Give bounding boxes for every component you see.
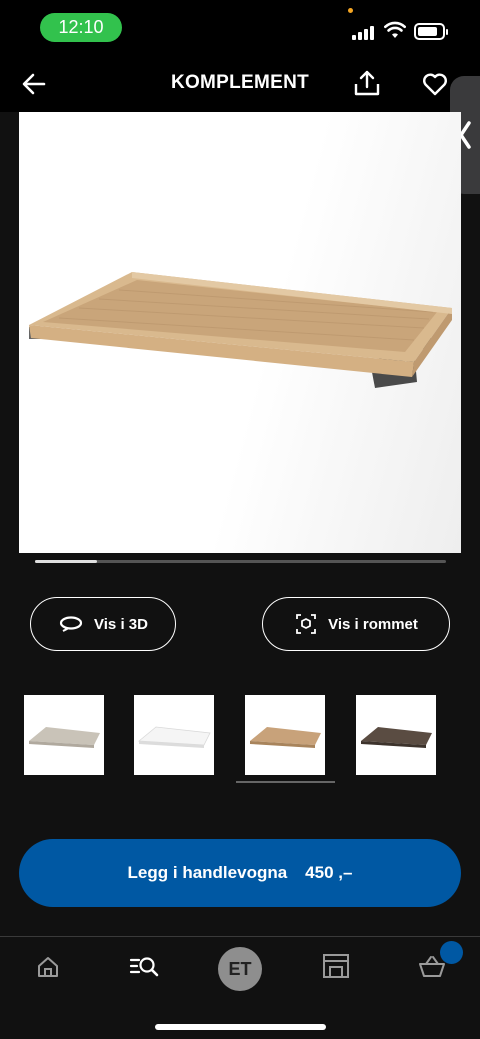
add-to-cart-label: Legg i handlevogna [127,863,288,882]
thumbnail-variant-oak[interactable] [245,695,325,775]
status-time: 12:10 [40,13,122,42]
bottom-navigation: ET [0,936,480,1039]
product-image[interactable] [19,112,461,553]
cellular-signal-icon [352,24,374,40]
product-price: 450 ,– [305,863,353,882]
thumbnail-variant-beige[interactable] [24,695,104,775]
gallery-progress-fill [35,560,97,563]
cart-badge [440,941,463,964]
gallery-progress [35,560,446,563]
tray-beige-icon [29,727,100,748]
view-3d-button[interactable]: Vis i 3D [30,597,176,651]
home-icon[interactable] [36,955,60,979]
battery-icon [414,23,448,40]
pull-out-tray-image [29,272,452,388]
add-to-cart-button[interactable]: Legg i handlevogna 450 ,– [19,839,461,907]
wifi-icon [384,21,406,38]
thumbnail-variant-white[interactable] [134,695,214,775]
thumbnail-selected-indicator [236,781,335,783]
share-icon[interactable] [352,68,382,98]
rotate-3d-icon [59,616,83,632]
home-indicator [155,1024,326,1030]
tray-white-icon [137,726,211,748]
view-in-room-label: Vis i rommet [328,615,418,633]
tray-dark-icon [361,727,432,748]
product-header: KOMPLEMENT [0,56,480,112]
store-icon[interactable] [322,953,350,979]
thumbnail-variant-dark[interactable] [356,695,436,775]
profile-avatar[interactable]: ET [218,947,262,991]
status-bar: 12:10 [0,0,480,56]
view-in-room-button[interactable]: Vis i rommet [262,597,450,651]
page-title: KOMPLEMENT [170,72,310,93]
privacy-indicator-dot [348,8,353,13]
ar-room-icon [296,614,317,634]
tray-oak-icon [250,727,321,748]
heart-icon[interactable] [421,70,449,98]
search-products-icon[interactable] [129,955,159,979]
view-3d-label: Vis i 3D [94,615,148,633]
